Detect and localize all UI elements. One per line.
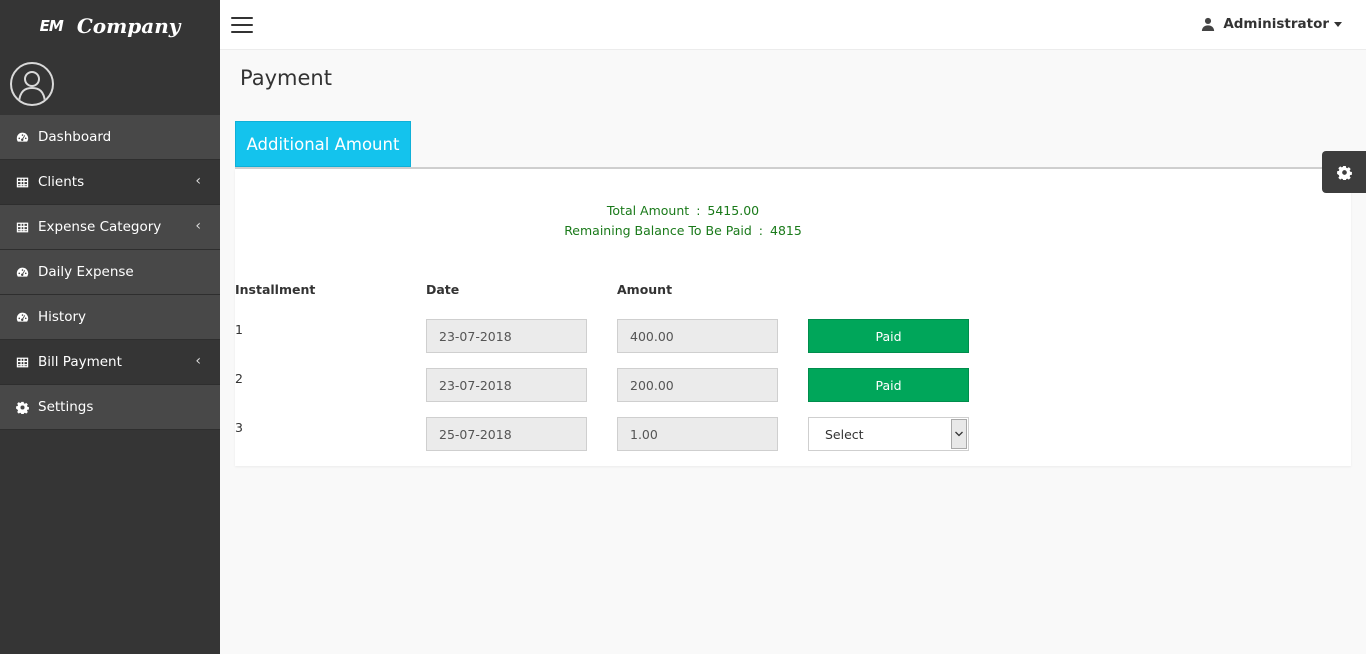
total-amount-label: Total Amount bbox=[606, 202, 690, 218]
sidebar-item-label: Bill Payment bbox=[38, 354, 122, 370]
sidebar-menu: Dashboard Clients ‹ Expense Category ‹ D… bbox=[0, 115, 220, 430]
column-header-date: Date bbox=[426, 282, 460, 297]
amount-field[interactable]: 1.00 bbox=[617, 417, 778, 451]
total-amount-value: 5415.00 bbox=[707, 202, 760, 218]
gear-icon bbox=[1336, 165, 1352, 180]
page-title: Payment bbox=[240, 66, 332, 90]
remaining-balance-row: Remaining Balance To Be Paid : 4815 bbox=[0, 220, 1366, 240]
caret-down-icon bbox=[1334, 21, 1342, 27]
brand-name: Company bbox=[76, 14, 181, 38]
chevron-left-icon: ‹ bbox=[195, 353, 201, 370]
user-outline-icon bbox=[18, 70, 46, 102]
amount-field[interactable]: 400.00 bbox=[617, 319, 778, 353]
brand-logo-text: EM bbox=[39, 17, 64, 35]
dashboard-icon bbox=[15, 310, 29, 324]
sidebar-item-label: Settings bbox=[38, 399, 94, 415]
sidebar-item-label: Clients bbox=[38, 174, 85, 190]
paid-button[interactable]: Paid bbox=[808, 319, 969, 353]
date-field[interactable]: 25-07-2018 bbox=[426, 417, 587, 451]
table-icon bbox=[15, 175, 29, 189]
sidebar: EM Company Dashboard Clients ‹ Expense C… bbox=[0, 0, 220, 654]
user-panel bbox=[0, 52, 220, 115]
menu-toggle-icon[interactable] bbox=[231, 17, 253, 33]
payment-summary: Total Amount : 5415.00 Remaining Balance… bbox=[0, 200, 1366, 240]
sidebar-item-label: Dashboard bbox=[38, 129, 112, 145]
user-name: Administrator bbox=[1223, 16, 1329, 32]
amount-field[interactable]: 200.00 bbox=[617, 368, 778, 402]
settings-gear-button[interactable] bbox=[1322, 151, 1366, 193]
total-amount-row: Total Amount : 5415.00 bbox=[0, 200, 1366, 220]
dashboard-icon bbox=[15, 265, 29, 279]
user-icon bbox=[1202, 17, 1215, 31]
brand-logo[interactable]: EM Company bbox=[0, 0, 220, 52]
sidebar-item-label: History bbox=[38, 309, 87, 325]
separator: : bbox=[758, 222, 763, 238]
table-icon bbox=[15, 355, 29, 369]
dashboard-icon bbox=[15, 130, 29, 144]
column-header-installment: Installment bbox=[235, 282, 316, 297]
sidebar-item-history[interactable]: History bbox=[0, 295, 220, 340]
date-field[interactable]: 23-07-2018 bbox=[426, 319, 587, 353]
status-select[interactable]: Select bbox=[808, 417, 969, 451]
sidebar-item-settings[interactable]: Settings bbox=[0, 385, 220, 430]
remaining-balance-label: Remaining Balance To Be Paid bbox=[564, 222, 752, 238]
chevron-down-icon[interactable] bbox=[951, 419, 967, 449]
chevron-left-icon: ‹ bbox=[195, 173, 201, 190]
installment-number: 3 bbox=[235, 420, 243, 435]
gear-icon bbox=[15, 400, 29, 414]
sidebar-item-dashboard[interactable]: Dashboard bbox=[0, 115, 220, 160]
column-header-amount: Amount bbox=[617, 282, 673, 297]
sidebar-item-clients[interactable]: Clients ‹ bbox=[0, 160, 220, 205]
top-navbar: Administrator bbox=[220, 0, 1366, 50]
date-field[interactable]: 23-07-2018 bbox=[426, 368, 587, 402]
sidebar-item-bill-payment[interactable]: Bill Payment ‹ bbox=[0, 340, 220, 385]
installment-number: 2 bbox=[235, 371, 243, 386]
remaining-balance-value: 4815 bbox=[770, 222, 802, 238]
avatar[interactable] bbox=[10, 61, 54, 106]
installment-number: 1 bbox=[235, 322, 243, 337]
sidebar-item-daily-expense[interactable]: Daily Expense bbox=[0, 250, 220, 295]
paid-button[interactable]: Paid bbox=[808, 368, 969, 402]
user-menu-dropdown[interactable]: Administrator bbox=[1201, 16, 1342, 32]
status-select-value: Select bbox=[825, 426, 864, 442]
sidebar-item-label: Daily Expense bbox=[38, 264, 134, 280]
tab-additional-amount[interactable]: Additional Amount bbox=[235, 121, 411, 167]
separator: : bbox=[696, 202, 701, 218]
